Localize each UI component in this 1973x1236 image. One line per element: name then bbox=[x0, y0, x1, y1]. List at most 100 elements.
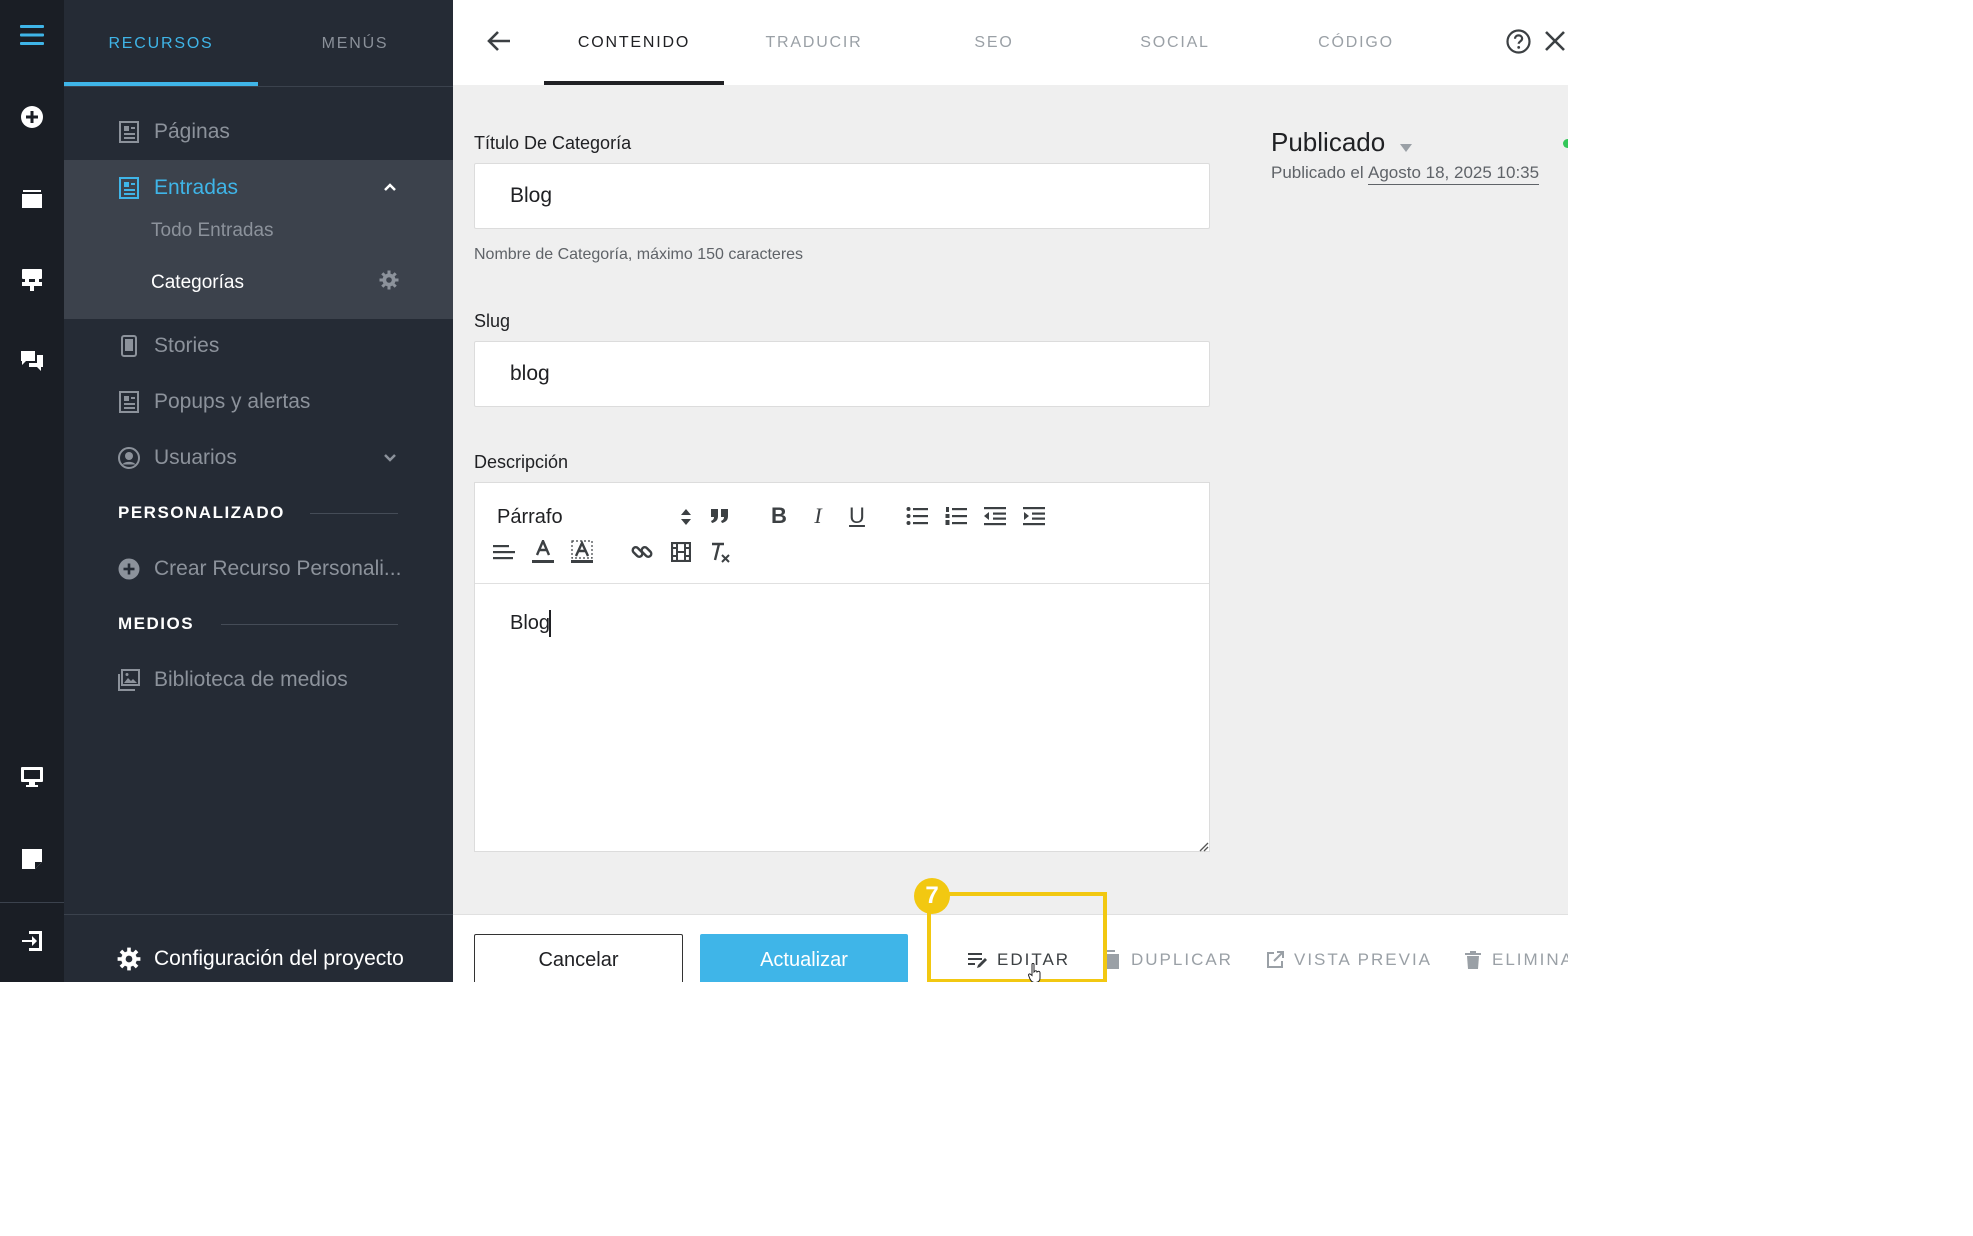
external-link-icon bbox=[1265, 950, 1285, 970]
preview-label: VISTA PREVIA bbox=[1294, 950, 1433, 969]
cancel-button[interactable]: Cancelar bbox=[474, 934, 683, 982]
outdent-icon[interactable] bbox=[981, 502, 1009, 530]
delete-label: ELIMINA bbox=[1492, 950, 1568, 969]
bullet-list-icon[interactable] bbox=[903, 502, 931, 530]
page-icon bbox=[118, 121, 140, 143]
add-circle-icon[interactable] bbox=[14, 99, 50, 135]
tab-indicator bbox=[544, 81, 724, 85]
add-circle-icon bbox=[118, 558, 140, 580]
video-icon[interactable] bbox=[667, 538, 695, 566]
sidebar-item-label: Biblioteca de medios bbox=[154, 668, 348, 691]
description-label: Descripción bbox=[474, 452, 569, 472]
help-icon[interactable] bbox=[1506, 29, 1531, 54]
tab-social[interactable]: SOCIAL bbox=[1085, 0, 1265, 85]
section-heading-personalizado: PERSONALIZADO bbox=[118, 503, 285, 522]
underline-icon[interactable]: U bbox=[843, 502, 871, 530]
indent-icon[interactable] bbox=[1020, 502, 1048, 530]
close-icon[interactable] bbox=[1544, 30, 1566, 52]
sidebar-item-media-library[interactable]: Biblioteca de medios bbox=[64, 652, 453, 708]
status-dropdown[interactable]: Publicado bbox=[1271, 125, 1441, 159]
chevron-up-icon[interactable] bbox=[383, 180, 397, 194]
entradas-group: Entradas Todo Entradas Categorías bbox=[64, 160, 453, 319]
tab-seo[interactable]: SEO bbox=[904, 0, 1084, 85]
page-icon bbox=[118, 177, 140, 199]
sidebar-tab-menus[interactable]: MENÚS bbox=[258, 0, 452, 87]
step-badge: 7 bbox=[914, 878, 950, 914]
project-settings-link[interactable]: Configuración del proyecto bbox=[64, 914, 453, 982]
tab-codigo[interactable]: CÓDIGO bbox=[1266, 0, 1446, 85]
status-indicator-dot bbox=[1563, 139, 1568, 148]
back-arrow-icon[interactable] bbox=[486, 29, 512, 53]
link-icon[interactable] bbox=[628, 538, 656, 566]
format-select[interactable]: Párrafo bbox=[484, 502, 694, 532]
status-label: Publicado bbox=[1271, 127, 1386, 157]
italic-icon[interactable]: I bbox=[804, 502, 832, 530]
sidebar-item-entradas[interactable]: Entradas bbox=[64, 160, 453, 216]
tab-bar: CONTENIDO TRADUCIR SEO SOCIAL CÓDIGO bbox=[453, 0, 1568, 85]
preview-button[interactable]: VISTA PREVIA bbox=[1265, 947, 1432, 973]
title-input[interactable]: Blog bbox=[474, 163, 1210, 229]
numbered-list-icon[interactable] bbox=[942, 502, 970, 530]
format-select-value: Párrafo bbox=[497, 506, 563, 528]
update-button[interactable]: Actualizar bbox=[700, 934, 908, 982]
resize-handle-icon[interactable] bbox=[1197, 839, 1209, 852]
clear-format-icon[interactable] bbox=[706, 538, 734, 566]
rich-text-editor: Párrafo B I U Blog bbox=[474, 482, 1210, 852]
published-prefix: Publicado el bbox=[1271, 163, 1364, 182]
sidebar-item-stories[interactable]: Stories bbox=[64, 318, 453, 374]
sidebar-item-label: Entradas bbox=[154, 176, 239, 199]
blockquote-icon[interactable] bbox=[706, 502, 734, 530]
monitor-icon[interactable] bbox=[14, 759, 50, 795]
caret-down-icon bbox=[1400, 139, 1412, 152]
icon-rail bbox=[0, 0, 64, 982]
description-editor-area[interactable]: Blog bbox=[475, 584, 1209, 851]
delete-button[interactable]: ELIMINA bbox=[1463, 947, 1568, 973]
trash-icon bbox=[1463, 950, 1483, 970]
slug-input-value: blog bbox=[510, 362, 550, 385]
sidebar-subitem-categorias[interactable]: Categorías bbox=[151, 272, 244, 294]
bottom-action-bar: Cancelar Actualizar EDITAR DUPLICAR VIST… bbox=[453, 878, 1568, 982]
page-icon bbox=[118, 391, 140, 413]
sidebar-item-paginas[interactable]: Páginas bbox=[64, 104, 453, 160]
note-icon[interactable] bbox=[14, 841, 50, 877]
highlight-color-icon[interactable] bbox=[568, 538, 596, 566]
sidebar-item-usuarios[interactable]: Usuarios bbox=[64, 430, 453, 486]
title-input-value: Blog bbox=[510, 184, 553, 207]
palette-icon[interactable] bbox=[14, 262, 50, 298]
align-left-icon[interactable] bbox=[490, 538, 518, 566]
comments-icon[interactable] bbox=[14, 343, 50, 379]
hamburger-menu-icon[interactable] bbox=[14, 17, 50, 53]
text-color-icon[interactable] bbox=[529, 538, 557, 566]
section-divider bbox=[221, 624, 398, 625]
sidebar-tab-indicator bbox=[64, 82, 258, 86]
duplicate-button[interactable]: DUPLICAR bbox=[1102, 947, 1233, 973]
bold-icon[interactable]: B bbox=[765, 502, 793, 530]
published-date[interactable]: Agosto 18, 2025 10:35 bbox=[1368, 163, 1540, 185]
chevron-down-icon[interactable] bbox=[383, 451, 397, 465]
section-divider bbox=[310, 513, 398, 514]
sidebar: RECURSOS MENÚS Páginas Entradas Todo Ent… bbox=[64, 0, 453, 982]
archive-icon[interactable] bbox=[14, 181, 50, 217]
sidebar-tabs: RECURSOS MENÚS bbox=[64, 0, 453, 87]
images-icon bbox=[118, 669, 140, 691]
project-settings-label: Configuración del proyecto bbox=[154, 947, 404, 970]
main-panel: CONTENIDO TRADUCIR SEO SOCIAL CÓDIGO Tít… bbox=[453, 0, 1568, 982]
description-text: Blog bbox=[510, 612, 551, 634]
duplicate-label: DUPLICAR bbox=[1131, 950, 1233, 969]
sidebar-tab-recursos[interactable]: RECURSOS bbox=[64, 0, 258, 87]
sidebar-item-popups[interactable]: Popups y alertas bbox=[64, 374, 453, 430]
title-help-text: Nombre de Categoría, máximo 150 caracter… bbox=[474, 246, 804, 263]
sidebar-item-label: Popups y alertas bbox=[154, 390, 311, 413]
logout-icon[interactable] bbox=[14, 923, 50, 959]
tab-contenido[interactable]: CONTENIDO bbox=[544, 0, 724, 85]
hand-cursor-icon bbox=[1028, 962, 1042, 982]
slug-label: Slug bbox=[474, 311, 511, 331]
slug-input[interactable]: blog bbox=[474, 341, 1210, 407]
gear-icon bbox=[117, 947, 141, 971]
sidebar-item-label: Páginas bbox=[154, 120, 230, 143]
sidebar-item-create-custom[interactable]: Crear Recurso Personali... bbox=[64, 541, 453, 597]
sidebar-subitem-todo-entradas[interactable]: Todo Entradas bbox=[151, 220, 274, 242]
tab-traducir[interactable]: TRADUCIR bbox=[724, 0, 904, 85]
phone-icon bbox=[118, 335, 140, 357]
gear-icon[interactable] bbox=[379, 270, 399, 290]
